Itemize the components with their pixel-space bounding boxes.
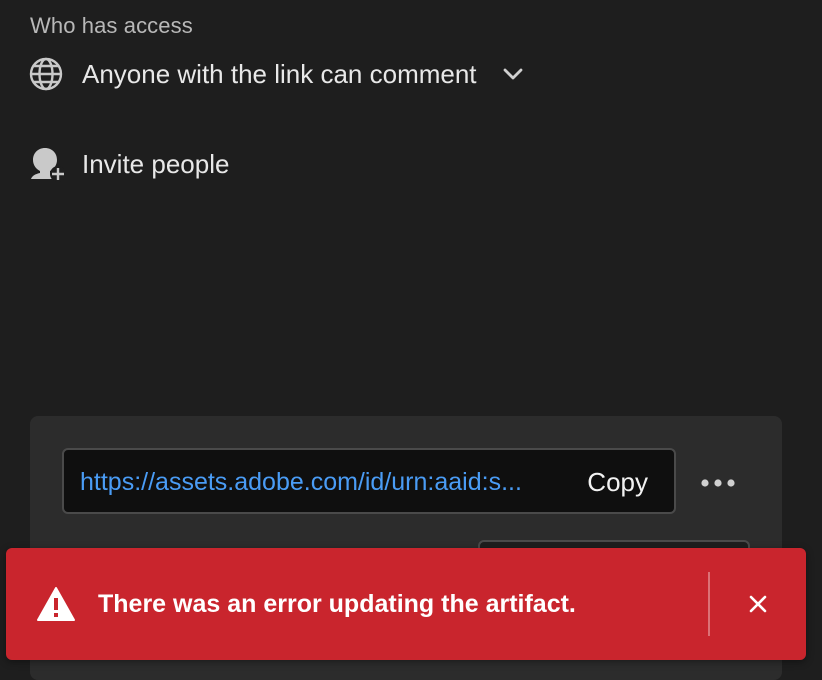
chevron-down-icon[interactable] [501, 62, 525, 86]
share-link-url[interactable]: https://assets.adobe.com/id/urn:aaid:s..… [80, 466, 540, 498]
access-dropdown[interactable]: Anyone with the link can comment [28, 52, 525, 96]
close-icon [749, 595, 767, 613]
toast-divider [708, 572, 710, 636]
error-toast: There was an error updating the artifact… [6, 548, 806, 660]
more-options-button[interactable] [698, 468, 738, 498]
close-toast-button[interactable] [744, 590, 772, 618]
add-person-icon [28, 144, 68, 184]
access-level-value: Anyone with the link can comment [82, 59, 477, 89]
share-link-field[interactable]: https://assets.adobe.com/id/urn:aaid:s..… [62, 448, 676, 514]
invite-people-button[interactable]: Invite people [28, 142, 229, 186]
who-has-access-label: Who has access [30, 13, 193, 38]
globe-icon [28, 56, 64, 92]
more-horizontal-icon [701, 479, 735, 487]
copy-link-button[interactable]: Copy [587, 466, 648, 498]
alert-triangle-icon [36, 586, 76, 622]
error-message: There was an error updating the artifact… [98, 590, 576, 618]
invite-people-label: Invite people [82, 149, 230, 179]
